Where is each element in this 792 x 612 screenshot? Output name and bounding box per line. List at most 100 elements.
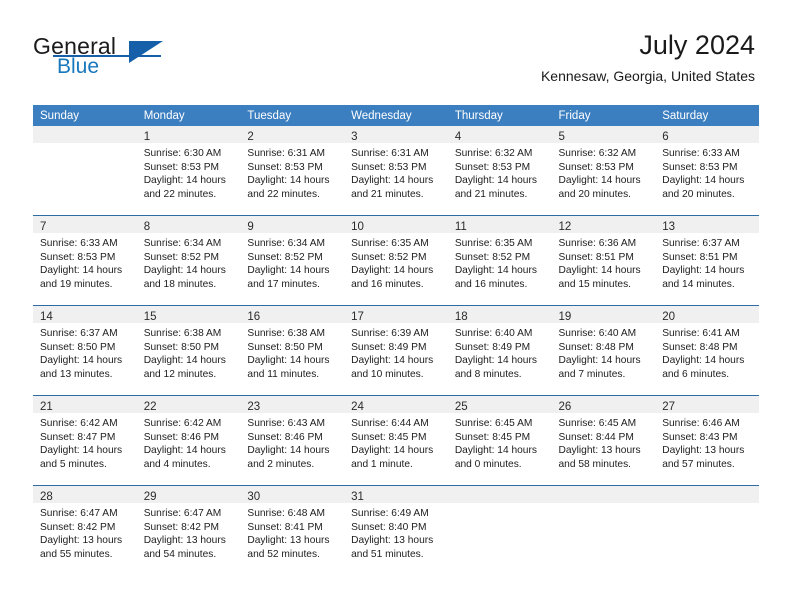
calendar-week-row: 21 Sunrise: 6:42 AM Sunset: 8:47 PM Dayligh… [33,395,759,486]
daylight-text-cont: and 10 minutes. [351,368,424,380]
day-number: 23 [247,401,261,413]
calendar-day-cell[interactable]: 20 Sunrise: 6:41 AM Sunset: 8:48 PM Dayligh… [655,305,759,396]
calendar-day-cell[interactable]: 5 Sunrise: 6:32 AM Sunset: 8:53 PM Daylight… [551,126,656,216]
day-cell-inner: 14 Sunrise: 6:37 AM Sunset: 8:50 PM Dayligh… [33,306,137,395]
day-cell-inner: 21 Sunrise: 6:42 AM Sunset: 8:47 PM Dayligh… [33,396,137,485]
calendar-day-cell[interactable]: 15 Sunrise: 6:38 AM Sunset: 8:50 PM Dayligh… [136,305,241,396]
sunset-text: Sunset: 8:51 PM [662,251,738,263]
sunset-text: Sunset: 8:49 PM [351,341,427,353]
day-number-band: 17 [344,306,448,323]
day-number-band: 16 [240,306,345,323]
day-number: 27 [662,401,676,413]
calendar-day-cell[interactable]: 28 Sunrise: 6:47 AM Sunset: 8:42 PM Dayligh… [33,485,137,575]
day-cell-details: Sunrise: 6:37 AM Sunset: 8:51 PM Daylight:… [655,233,759,291]
calendar-day-cell[interactable]: 2 Sunrise: 6:31 AM Sunset: 8:53 PM Daylight… [240,126,345,216]
daylight-text: Daylight: 14 hours [454,445,537,457]
calendar-day-cell[interactable]: 1 Sunrise: 6:30 AM Sunset: 8:53 PM Daylight… [136,126,241,216]
day-number: 28 [40,491,53,503]
calendar-day-cell[interactable]: 3 Sunrise: 6:31 AM Sunset: 8:53 PM Daylight… [344,126,448,216]
calendar-day-cell[interactable]: 21 Sunrise: 6:42 AM Sunset: 8:47 PM Dayligh… [33,395,137,486]
day-number-band: 25 [447,396,552,413]
daylight-text-cont: and 51 minutes. [351,548,424,560]
sunset-text: Sunset: 8:47 PM [40,431,116,443]
sunset-text: Sunset: 8:46 PM [247,431,323,443]
daylight-text-cont: and 22 minutes. [247,188,320,200]
sunset-text: Sunset: 8:45 PM [351,431,427,443]
day-number: 30 [247,491,261,503]
day-number-band: 7 [33,216,137,233]
day-number: 5 [558,131,565,143]
calendar-day-cell[interactable]: 25 Sunrise: 6:45 AM Sunset: 8:45 PM Dayligh… [447,395,552,486]
day-cell-inner: 28 Sunrise: 6:47 AM Sunset: 8:42 PM Dayligh… [33,486,137,575]
sunset-text: Sunset: 8:42 PM [143,521,220,533]
day-cell-inner: 25 Sunrise: 6:45 AM Sunset: 8:45 PM Dayligh… [447,396,552,485]
day-number-band: 10 [344,216,448,233]
calendar-day-cell[interactable]: 22 Sunrise: 6:42 AM Sunset: 8:46 PM Dayligh… [136,395,241,486]
day-cell-inner: 31 Sunrise: 6:49 AM Sunset: 8:40 PM Dayligh… [344,486,448,575]
day-number-band: 2 [240,126,345,143]
page-title: July 2024 [639,30,755,60]
day-number-band [655,486,759,503]
daylight-text-cont: and 7 minutes. [558,368,626,380]
sunrise-text: Sunrise: 6:42 AM [40,418,118,429]
daylight-text-cont: and 17 minutes. [247,278,320,290]
sunrise-text: Sunrise: 6:37 AM [40,328,118,339]
calendar-day-cell[interactable]: 18 Sunrise: 6:40 AM Sunset: 8:49 PM Dayligh… [447,305,552,396]
calendar-day-cell[interactable]: 16 Sunrise: 6:38 AM Sunset: 8:50 PM Dayligh… [240,305,345,396]
day-cell-details: Sunrise: 6:37 AM Sunset: 8:50 PM Daylight:… [33,323,137,381]
daylight-text-cont: and 19 minutes. [40,278,113,290]
day-cell-details: Sunrise: 6:30 AM Sunset: 8:53 PM Daylight:… [137,143,241,201]
calendar-day-cell[interactable]: 23 Sunrise: 6:43 AM Sunset: 8:46 PM Dayligh… [240,395,345,486]
sunrise-text: Sunrise: 6:31 AM [351,148,429,159]
calendar-day-cell[interactable]: 31 Sunrise: 6:49 AM Sunset: 8:40 PM Dayligh… [344,485,448,575]
sunset-text: Sunset: 8:48 PM [558,341,634,353]
day-number: 22 [143,401,157,413]
day-number-band: 30 [240,486,345,503]
day-number: 15 [143,311,157,323]
daylight-text: Daylight: 14 hours [351,355,434,367]
calendar-day-cell[interactable]: 11 Sunrise: 6:35 AM Sunset: 8:52 PM Dayligh… [447,215,552,306]
sunrise-text: Sunrise: 6:34 AM [143,238,222,249]
daylight-text-cont: and 54 minutes. [143,548,217,560]
calendar-day-cell[interactable]: 17 Sunrise: 6:39 AM Sunset: 8:49 PM Dayligh… [344,305,448,396]
calendar-day-cell[interactable]: 24 Sunrise: 6:44 AM Sunset: 8:45 PM Dayligh… [344,395,448,486]
calendar-day-cell[interactable]: 19 Sunrise: 6:40 AM Sunset: 8:48 PM Dayligh… [551,305,656,396]
calendar-day-cell[interactable]: 29 Sunrise: 6:47 AM Sunset: 8:42 PM Dayligh… [136,485,241,575]
calendar-day-cell[interactable]: 7 Sunrise: 6:33 AM Sunset: 8:53 PM Daylight… [33,215,137,306]
calendar-body: 1 Sunrise: 6:30 AM Sunset: 8:53 PM Daylight… [33,126,759,575]
day-number: 16 [247,311,261,323]
day-cell-inner: 2 Sunrise: 6:31 AM Sunset: 8:53 PM Daylight… [240,126,345,215]
calendar-day-cell[interactable]: 4 Sunrise: 6:32 AM Sunset: 8:53 PM Daylight… [447,126,552,216]
sunrise-text: Sunrise: 6:49 AM [351,508,429,519]
daylight-text-cont: and 16 minutes. [454,278,528,290]
calendar-day-cell[interactable]: 9 Sunrise: 6:34 AM Sunset: 8:52 PM Daylight… [240,215,345,306]
daylight-text-cont: and 15 minutes. [558,278,632,290]
day-number: 18 [454,311,468,323]
calendar-day-cell[interactable]: 6 Sunrise: 6:33 AM Sunset: 8:53 PM Daylight… [655,126,759,216]
calendar-day-cell[interactable]: 8 Sunrise: 6:34 AM Sunset: 8:52 PM Daylight… [136,215,241,306]
sunset-text: Sunset: 8:41 PM [247,521,323,533]
day-cell-details: Sunrise: 6:33 AM Sunset: 8:53 PM Daylight:… [33,233,137,291]
daylight-text: Daylight: 13 hours [143,535,226,547]
day-cell-details: Sunrise: 6:46 AM Sunset: 8:43 PM Daylight:… [655,413,759,471]
calendar-day-cell[interactable]: 27 Sunrise: 6:46 AM Sunset: 8:43 PM Dayligh… [655,395,759,486]
calendar-day-cell[interactable]: 12 Sunrise: 6:36 AM Sunset: 8:51 PM Dayligh… [551,215,656,306]
weekday-header-monday: Monday [136,105,241,126]
calendar-cell-empty [655,485,759,575]
calendar-day-cell[interactable]: 14 Sunrise: 6:37 AM Sunset: 8:50 PM Dayligh… [33,305,137,396]
calendar-day-cell[interactable]: 10 Sunrise: 6:35 AM Sunset: 8:52 PM Dayligh… [344,215,448,306]
day-number: 1 [143,131,151,143]
sunrise-text: Sunrise: 6:33 AM [662,148,740,159]
calendar-day-cell[interactable]: 13 Sunrise: 6:37 AM Sunset: 8:51 PM Dayligh… [655,215,759,306]
weekday-header-tuesday: Tuesday [240,105,345,126]
calendar-cell-empty [447,485,552,575]
day-number-band: 28 [33,486,137,503]
sunrise-text: Sunrise: 6:32 AM [454,148,533,159]
calendar-day-cell[interactable]: 26 Sunrise: 6:45 AM Sunset: 8:44 PM Dayligh… [551,395,656,486]
day-number-band: 24 [344,396,448,413]
calendar-day-cell[interactable]: 30 Sunrise: 6:48 AM Sunset: 8:41 PM Dayligh… [240,485,345,575]
sunset-text: Sunset: 8:42 PM [40,521,116,533]
sunrise-text: Sunrise: 6:45 AM [454,418,533,429]
daylight-text-cont: and 58 minutes. [558,458,632,470]
day-number-band: 8 [136,216,241,233]
